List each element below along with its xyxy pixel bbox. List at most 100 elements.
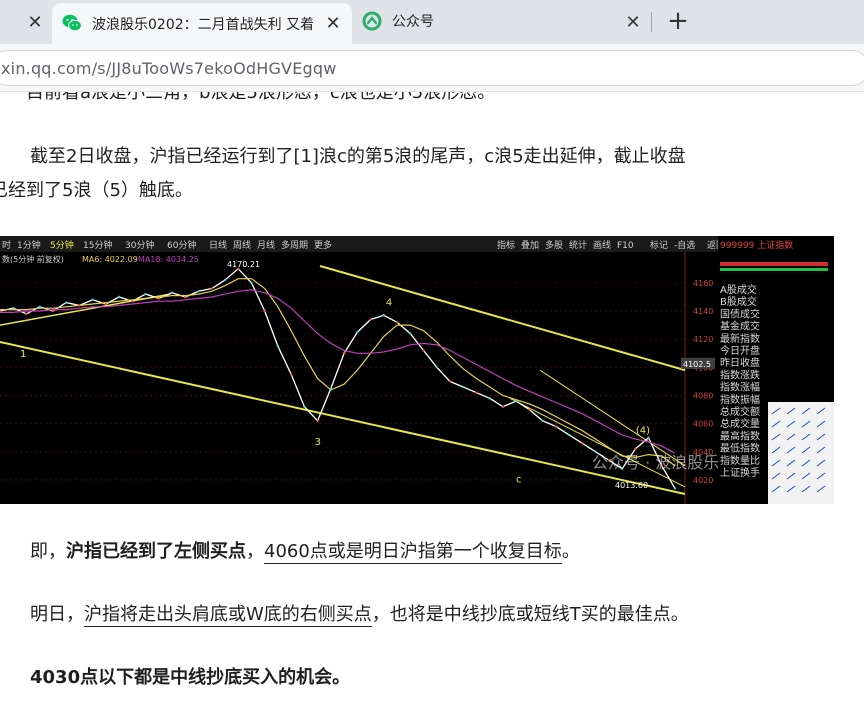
tab-gongzhonghao[interactable]: 公众号 ✕: [352, 0, 652, 44]
y-tick-label: 4020: [693, 476, 713, 485]
candle-point: [395, 321, 399, 324]
paragraph-line: 已经到了5浪（5）触底。: [0, 180, 193, 201]
side-panel-bar: [720, 262, 828, 266]
candle-point: [581, 442, 584, 445]
text: ，也将是中线抄底或短线T买的最佳点。: [371, 604, 689, 625]
candle-point: [382, 314, 386, 317]
article-body: 目前看a浪是小三角，b浪是5浪形态，c浪也是小5浪形态。 截至2日收盘，沪指已经…: [0, 92, 864, 721]
candle-point: [289, 373, 293, 376]
candle-point: [488, 397, 491, 400]
candle-point: [462, 385, 465, 389]
candle-point: [567, 433, 571, 437]
candle-point: [554, 425, 558, 428]
y-tick-label: 4120: [693, 335, 713, 344]
text: ，: [246, 541, 264, 562]
tab-previous[interactable]: ✕: [0, 0, 52, 44]
candle-point: [501, 405, 505, 408]
address-bar: xin.qq.com/s/JJ8uTooWs7ekoOdHGVEgqw: [0, 44, 864, 92]
candle-point: [541, 419, 544, 423]
candle-point: [104, 302, 108, 306]
paragraph-buy-point: 即，沪指已经到了左侧买点，4060点或是明日沪指第一个收复目标。: [30, 539, 580, 565]
side-panel-item: 总成交额: [720, 405, 760, 418]
tab-close-icon[interactable]: ✕: [622, 11, 644, 33]
side-panel-item: 基金成交: [720, 320, 760, 333]
side-panel-item: 国债成交: [720, 307, 760, 320]
bold-text: 沪指已经到了左侧买点: [66, 541, 246, 562]
candle-point: [329, 387, 333, 390]
side-panel-item: B股成交: [720, 295, 757, 308]
toolbar-tool-item: 标记: [650, 239, 668, 251]
toolbar-period-item: 1分钟: [17, 239, 41, 251]
new-tab-button[interactable]: +: [664, 8, 692, 36]
side-panel-item: A股成交: [720, 283, 757, 296]
candle-point: [369, 318, 372, 321]
url-field[interactable]: xin.qq.com/s/JJ8uTooWs7ekoOdHGVEgqw: [0, 50, 864, 86]
candle-point: [157, 297, 161, 300]
bold-paragraph: 4030点以下都是中线抄底买入的机会。: [30, 667, 351, 688]
tab-article[interactable]: 波浪股乐0202：二月首战失利 又着 ✕: [52, 3, 352, 44]
candle-point: [342, 352, 346, 355]
candle-point: [528, 408, 531, 411]
chart-legend-name: 数(5分钟 前复权): [2, 254, 64, 264]
side-panel-item: 最新指数: [720, 332, 760, 345]
drawing-tools-panel: [768, 402, 834, 504]
candle-point: [276, 345, 280, 348]
candle-point: [117, 295, 121, 299]
candle-point: [422, 349, 425, 352]
side-panel-title: 999999 上证指数: [720, 239, 793, 251]
wechat-icon: [62, 13, 82, 33]
toolbar-tool-item: 画线: [593, 239, 611, 251]
toolbar-tool-item: 多股: [545, 239, 563, 251]
toolbar-period-item: 5分钟: [50, 239, 74, 251]
side-panel-item: 昨日收盘: [720, 356, 760, 369]
candle-point: [435, 366, 438, 369]
candle-point: [647, 436, 650, 439]
candle-point: [12, 307, 15, 310]
underlined-text: 4060点或是明日沪指第一个收复目标: [264, 541, 562, 564]
candle-point: [131, 299, 134, 303]
toolbar-tool-item: 叠加: [521, 240, 539, 251]
text: 即，: [30, 541, 66, 562]
side-panel-item: 今日开盘: [720, 344, 760, 357]
url-text: xin.qq.com/s/JJ8uTooWs7ekoOdHGVEgqw: [1, 59, 337, 78]
side-panel-item: 指数涨幅: [720, 381, 760, 394]
wave-label: 4: [386, 297, 392, 308]
candle-point: [38, 305, 41, 309]
toolbar-tool-item: 统计: [569, 239, 587, 251]
paragraph-line: 截至2日收盘，沪指已经运行到了[1]浪c的第5浪的尾声，c浪5走出延伸，截止收盘: [30, 146, 686, 167]
candle-point: [263, 309, 266, 313]
candle-point: [197, 290, 200, 293]
toolbar-period-item: 60分钟: [167, 239, 196, 251]
tab-title: 公众号: [392, 14, 434, 30]
toolbar-period-item: 周线: [233, 239, 251, 251]
candle-point: [223, 278, 227, 282]
text: 。: [561, 541, 580, 562]
wave-label: 3: [315, 437, 321, 448]
side-panel-item: 最低指数: [720, 442, 760, 455]
candle-point: [78, 304, 81, 307]
candle-point: [409, 332, 412, 335]
toolbar-period-item: 日线: [209, 239, 227, 251]
wave-label: c: [516, 475, 522, 486]
toolbar-period-item: 30分钟: [125, 239, 154, 251]
chart-legend-ma6: MA6: 4022.09: [82, 255, 138, 264]
candle-point: [303, 405, 306, 408]
tab-title: 波浪股乐0202：二月首战失利 又着: [92, 17, 315, 33]
current-price-label: 4102.5: [683, 360, 711, 369]
tab-close-icon[interactable]: ✕: [322, 12, 344, 34]
candle-point: [170, 291, 174, 294]
y-tick-label: 4060: [693, 420, 713, 429]
watermark-text: 公众号 · 波浪股乐: [592, 453, 719, 472]
candle-point: [250, 281, 253, 285]
candle-point: [64, 301, 68, 304]
candle-point: [184, 295, 187, 299]
toolbar-tool-item: 指标: [497, 239, 515, 251]
tab-close-icon[interactable]: ✕: [24, 11, 46, 33]
underlined-text: 沪指将走出头肩底或W底的右侧买点: [84, 604, 372, 627]
candle-point: [144, 292, 147, 296]
y-tick-label: 4140: [693, 307, 713, 316]
side-panel-item: 总成交量: [720, 417, 760, 430]
paragraph-right-buy-point: 明日，沪指将走出头肩底或W底的右侧买点，也将是中线抄底或短线T买的最佳点。: [30, 602, 689, 628]
candle-point: [316, 419, 319, 423]
y-tick-label: 4080: [693, 391, 713, 400]
